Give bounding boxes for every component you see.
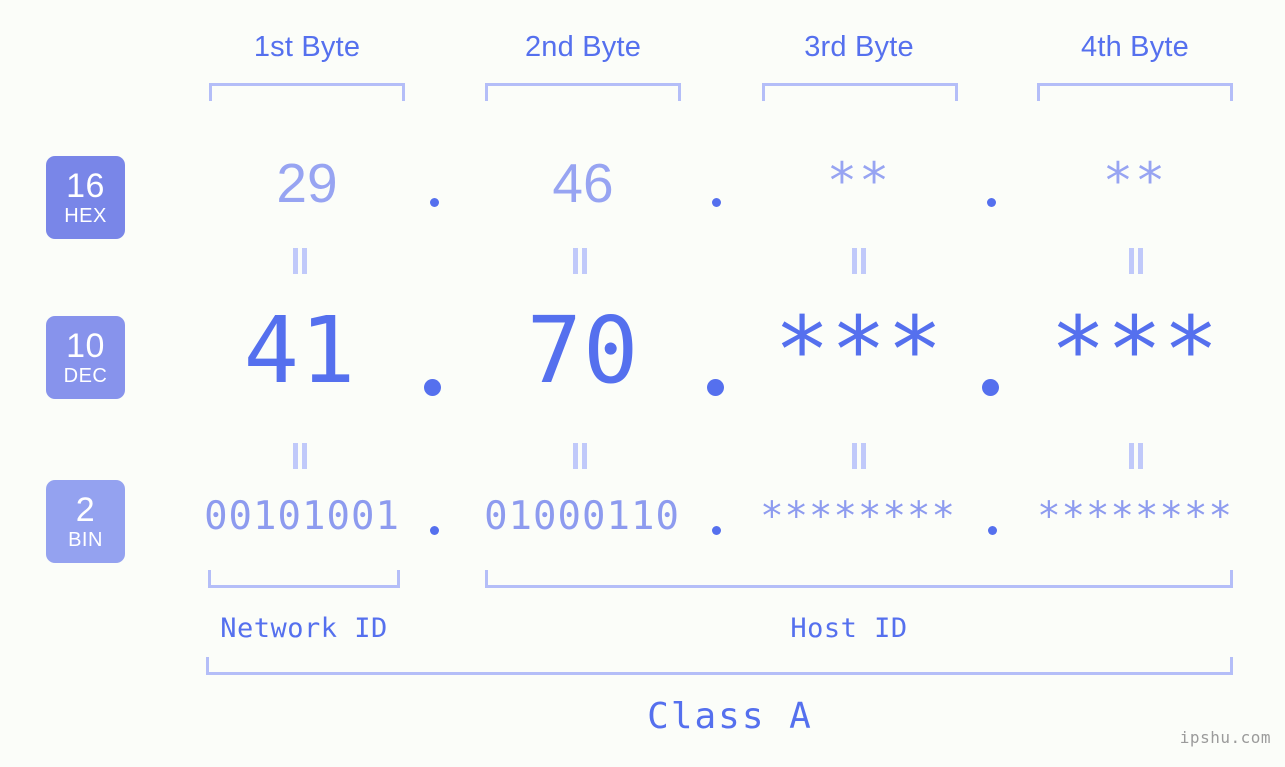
base-badge-bin-number: 2 <box>75 491 96 529</box>
bin-separator-dot-3 <box>988 526 997 535</box>
equals-sign-hex-dec-3 <box>851 248 867 274</box>
bin-byte-3: ******** <box>760 494 956 539</box>
dec-byte-3: *** <box>774 297 944 404</box>
network-id-bracket <box>208 570 400 588</box>
byte-bracket-4 <box>1037 83 1233 101</box>
ip-address-breakdown-diagram: 1st Byte 2nd Byte 3rd Byte 4th Byte 16 H… <box>0 0 1285 767</box>
equals-sign-hex-dec-4 <box>1128 248 1144 274</box>
byte-header-4: 4th Byte <box>1081 31 1189 63</box>
dec-byte-2: 70 <box>526 297 640 404</box>
base-badge-dec: 10 DEC <box>46 316 125 399</box>
hex-byte-4: ** <box>1102 152 1168 210</box>
equals-sign-dec-bin-2 <box>572 443 588 469</box>
byte-header-2: 2nd Byte <box>524 31 642 63</box>
equals-sign-dec-bin-4 <box>1128 443 1144 469</box>
dec-separator-dot-3 <box>982 379 999 396</box>
equals-sign-hex-dec-1 <box>292 248 308 274</box>
base-badge-bin-name: BIN <box>68 529 103 551</box>
host-id-label: Host ID <box>790 613 908 644</box>
bin-byte-1: 00101001 <box>204 494 400 539</box>
equals-sign-hex-dec-2 <box>572 248 588 274</box>
base-badge-bin: 2 BIN <box>46 480 125 563</box>
hex-separator-dot-1 <box>430 198 439 207</box>
dec-byte-4: *** <box>1050 297 1220 404</box>
base-badge-dec-name: DEC <box>63 365 108 387</box>
site-watermark: ipshu.com <box>1179 728 1271 747</box>
host-id-bracket <box>485 570 1233 588</box>
bin-separator-dot-1 <box>430 526 439 535</box>
base-badge-hex: 16 HEX <box>46 156 125 239</box>
byte-bracket-2 <box>485 83 681 101</box>
dec-separator-dot-2 <box>707 379 724 396</box>
hex-byte-1: 29 <box>276 152 338 214</box>
byte-bracket-1 <box>209 83 405 101</box>
equals-sign-dec-bin-3 <box>851 443 867 469</box>
byte-header-1: 1st Byte <box>253 31 361 63</box>
dec-separator-dot-1 <box>424 379 441 396</box>
hex-byte-3: ** <box>826 152 892 210</box>
bin-separator-dot-2 <box>712 526 721 535</box>
byte-header-3: 3rd Byte <box>804 31 914 63</box>
base-badge-hex-number: 16 <box>66 167 105 205</box>
hex-separator-dot-2 <box>712 198 721 207</box>
bin-byte-4: ******** <box>1037 494 1233 539</box>
bin-byte-2: 01000110 <box>484 494 680 539</box>
class-bracket <box>206 657 1233 675</box>
base-badge-hex-name: HEX <box>64 205 107 227</box>
byte-bracket-3 <box>762 83 958 101</box>
network-id-label: Network ID <box>220 613 388 644</box>
dec-byte-1: 41 <box>243 297 357 404</box>
class-label: Class A <box>647 696 813 737</box>
base-badge-dec-number: 10 <box>66 327 105 365</box>
hex-separator-dot-3 <box>987 198 996 207</box>
equals-sign-dec-bin-1 <box>292 443 308 469</box>
hex-byte-2: 46 <box>552 152 614 214</box>
